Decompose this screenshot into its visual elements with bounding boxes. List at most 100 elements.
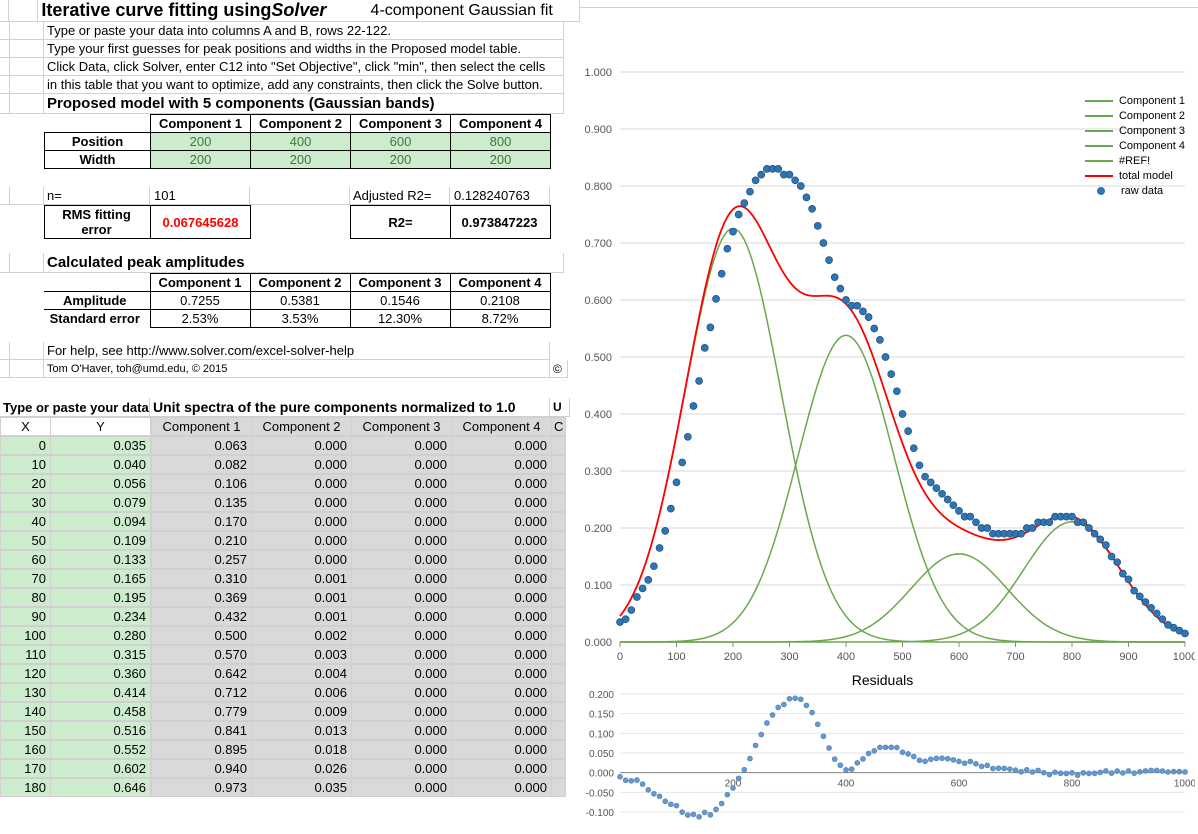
x-cell[interactable]: 10 [1,456,51,474]
svg-text:0.400: 0.400 [584,409,612,421]
x-cell[interactable]: 90 [1,608,51,626]
svg-text:0.200: 0.200 [584,523,612,535]
row-position-label: Position [45,133,151,151]
svg-text:800: 800 [1063,651,1081,663]
x-header: X [1,418,51,436]
unit-cell: 0.001 [252,570,352,588]
xy-header-table: X Y [0,417,151,436]
y-cell[interactable]: 0.458 [51,703,151,721]
unit-col-header: Component 1 [152,418,252,436]
x-cell[interactable]: 160 [1,741,51,759]
unit-cell: 0.000 [252,494,352,512]
paste-data-label: Type or paste your data be [0,398,150,417]
y-header: Y [51,418,151,436]
unit-cell: 0.432 [152,608,252,626]
unit-cell: 0.000 [252,475,352,493]
amplitude-cell: 0.7255 [150,292,250,310]
amplitude-cell: 0.1546 [350,292,450,310]
x-cell[interactable]: 140 [1,703,51,721]
y-cell[interactable]: 0.109 [51,532,151,550]
row-amplitude-label: Amplitude [44,292,150,310]
svg-text:0.100: 0.100 [584,580,612,592]
title-prefix: Iterative curve fitting using [41,0,271,21]
x-cell[interactable]: 40 [1,513,51,531]
x-cell[interactable]: 80 [1,589,51,607]
y-cell[interactable]: 0.133 [51,551,151,569]
unit-cell: 0.018 [252,741,352,759]
x-cell[interactable]: 150 [1,722,51,740]
svg-text:0.000: 0.000 [589,769,614,780]
y-cell[interactable]: 0.280 [51,627,151,645]
y-cell[interactable]: 0.040 [51,456,151,474]
y-cell[interactable]: 0.646 [51,779,151,797]
y-cell[interactable]: 0.234 [51,608,151,626]
y-cell[interactable]: 0.079 [51,494,151,512]
page-title: Iterative curve fitting using Solver [38,0,367,22]
y-cell[interactable]: 0.165 [51,570,151,588]
x-cell[interactable]: 180 [1,779,51,797]
x-cell[interactable]: 0 [1,437,51,455]
col-header: Component 4 [450,274,550,292]
x-cell[interactable]: 70 [1,570,51,588]
unit-cell: 0.001 [252,608,352,626]
y-cell[interactable]: 0.315 [51,646,151,664]
y-cell[interactable]: 0.056 [51,475,151,493]
unit-cell: 0.895 [152,741,252,759]
unit-cell: 0.000 [352,722,452,740]
unit-cell: 0.642 [152,665,252,683]
width-cell[interactable]: 200 [251,151,351,169]
x-cell[interactable]: 120 [1,665,51,683]
unit-cell: 0.779 [152,703,252,721]
r2-value: 0.973847223 [451,206,551,239]
x-cell[interactable]: 130 [1,684,51,702]
unit-cell: 0.000 [352,570,452,588]
width-cell[interactable]: 200 [351,151,451,169]
svg-text:0.200: 0.200 [589,690,614,701]
page-subtitle: 4-component Gaussian fit [368,0,580,22]
help-link-text[interactable]: For help, see http://www.solver.com/exce… [44,342,550,360]
col-header: Component 3 [350,274,450,292]
y-cell[interactable]: 0.414 [51,684,151,702]
unit-cell: 0.035 [252,779,352,797]
position-cell[interactable]: 600 [351,133,451,151]
x-cell[interactable]: 50 [1,532,51,550]
col-header: Component 1 [151,115,251,133]
svg-text:0.900: 0.900 [584,124,612,136]
unit-cell: 0.570 [152,646,252,664]
width-cell[interactable]: 200 [151,151,251,169]
x-cell[interactable]: 170 [1,760,51,778]
x-cell[interactable]: 60 [1,551,51,569]
col-header: Component 3 [351,115,451,133]
y-cell[interactable]: 0.035 [51,437,151,455]
position-cell[interactable]: 400 [251,133,351,151]
main-chart: 0.0000.1000.2000.3000.4000.5000.6000.700… [570,62,1195,672]
y-cell[interactable]: 0.195 [51,589,151,607]
svg-text:0.600: 0.600 [584,295,612,307]
x-cell[interactable]: 30 [1,494,51,512]
unit-cell: 0.000 [352,665,452,683]
x-cell[interactable]: 20 [1,475,51,493]
y-cell[interactable]: 0.602 [51,760,151,778]
y-cell[interactable]: 0.516 [51,722,151,740]
y-cell[interactable]: 0.360 [51,665,151,683]
amplitude-table: Component 1 Component 2 Component 3 Comp… [44,273,551,328]
x-cell[interactable]: 100 [1,627,51,645]
svg-text:0.150: 0.150 [589,710,614,721]
y-cell[interactable]: 0.094 [51,513,151,531]
unit-cell: 0.000 [352,741,452,759]
amp-header: Calculated peak amplitudes [44,253,564,273]
position-cell[interactable]: 800 [451,133,551,151]
unit-cell: 0.063 [152,437,252,455]
instruction-text: Type your first guesses for peak positio… [44,40,564,58]
legend-label: total model [1119,170,1173,182]
unit-cell: 0.000 [452,437,552,455]
unit-cell: 0.000 [352,703,452,721]
unit-cell: 0.310 [152,570,252,588]
residuals-chart: Residuals -0.100-0.0500.0000.0500.1000.1… [570,672,1195,822]
unit-header-table: Component 1 Component 2 Component 3 Comp… [151,417,566,436]
position-cell[interactable]: 200 [151,133,251,151]
y-cell[interactable]: 0.552 [51,741,151,759]
width-cell[interactable]: 200 [451,151,551,169]
instruction-text: Click Data, click Solver, enter C12 into… [44,58,564,76]
x-cell[interactable]: 110 [1,646,51,664]
